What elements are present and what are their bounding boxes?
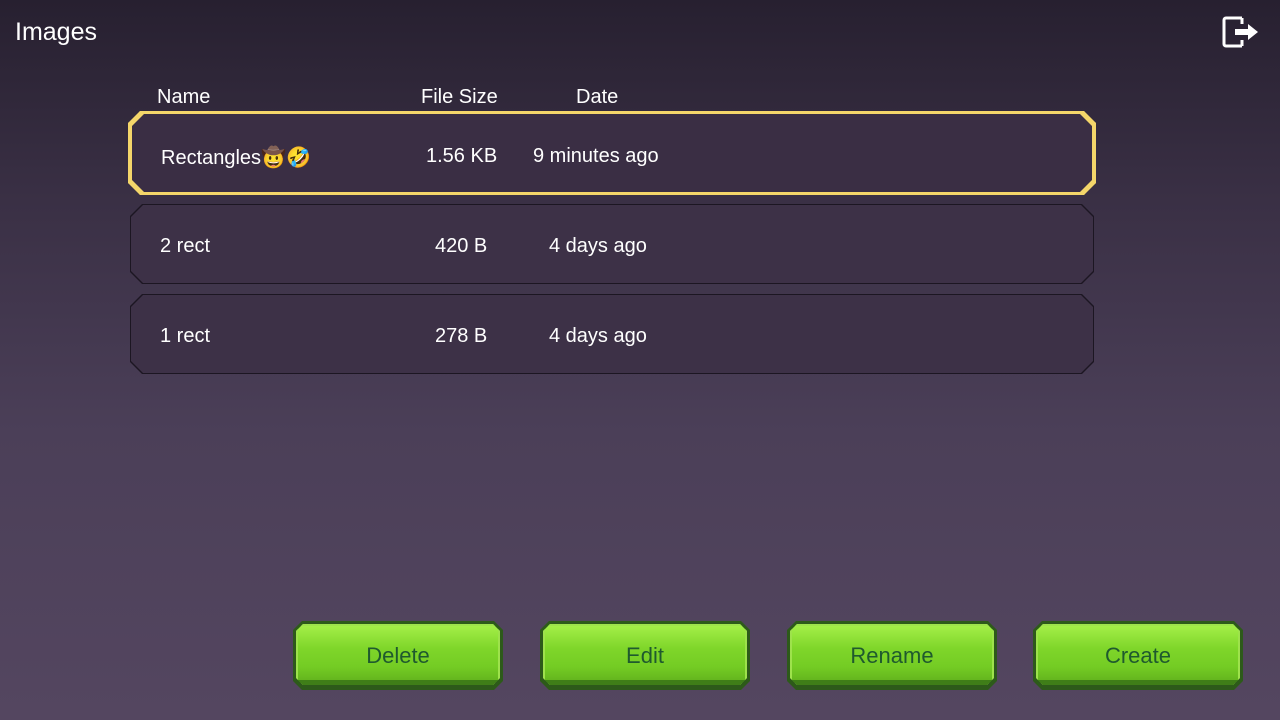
page-title: Images [15,18,97,46]
row-name: 2 rect [160,235,211,257]
column-header-date: Date [576,86,619,108]
row-date: 9 minutes ago [533,145,659,167]
column-header-name: Name [157,86,211,108]
table-row[interactable]: 1 rect 278 B 4 days ago [131,295,1093,373]
row-date: 4 days ago [549,325,647,347]
row-name: 1 rect [160,325,211,347]
column-header-file-size: File Size [421,86,498,108]
exit-button[interactable] [1218,12,1262,52]
rename-button[interactable]: Rename [787,621,997,690]
row-file-size: 1.56 KB [426,145,498,167]
table-row[interactable]: 2 rect 420 B 4 days ago [131,205,1093,283]
row-date: 4 days ago [549,235,647,257]
delete-button-label: Delete [366,643,430,668]
edit-button-label: Edit [626,643,664,668]
row-file-size: 420 B [435,235,488,257]
create-button-label: Create [1104,643,1172,668]
row-file-size: 278 B [435,325,488,347]
rename-button-label: Rename [850,643,934,668]
create-button[interactable]: Create [1033,621,1243,690]
exit-icon [1222,16,1258,48]
table-row[interactable]: Rectangles🤠🤣 1.56 KB 9 minutes ago [132,114,1092,192]
delete-button[interactable]: Delete [293,621,503,690]
row-name: Rectangles🤠🤣 [161,147,311,169]
edit-button[interactable]: Edit [540,621,750,690]
